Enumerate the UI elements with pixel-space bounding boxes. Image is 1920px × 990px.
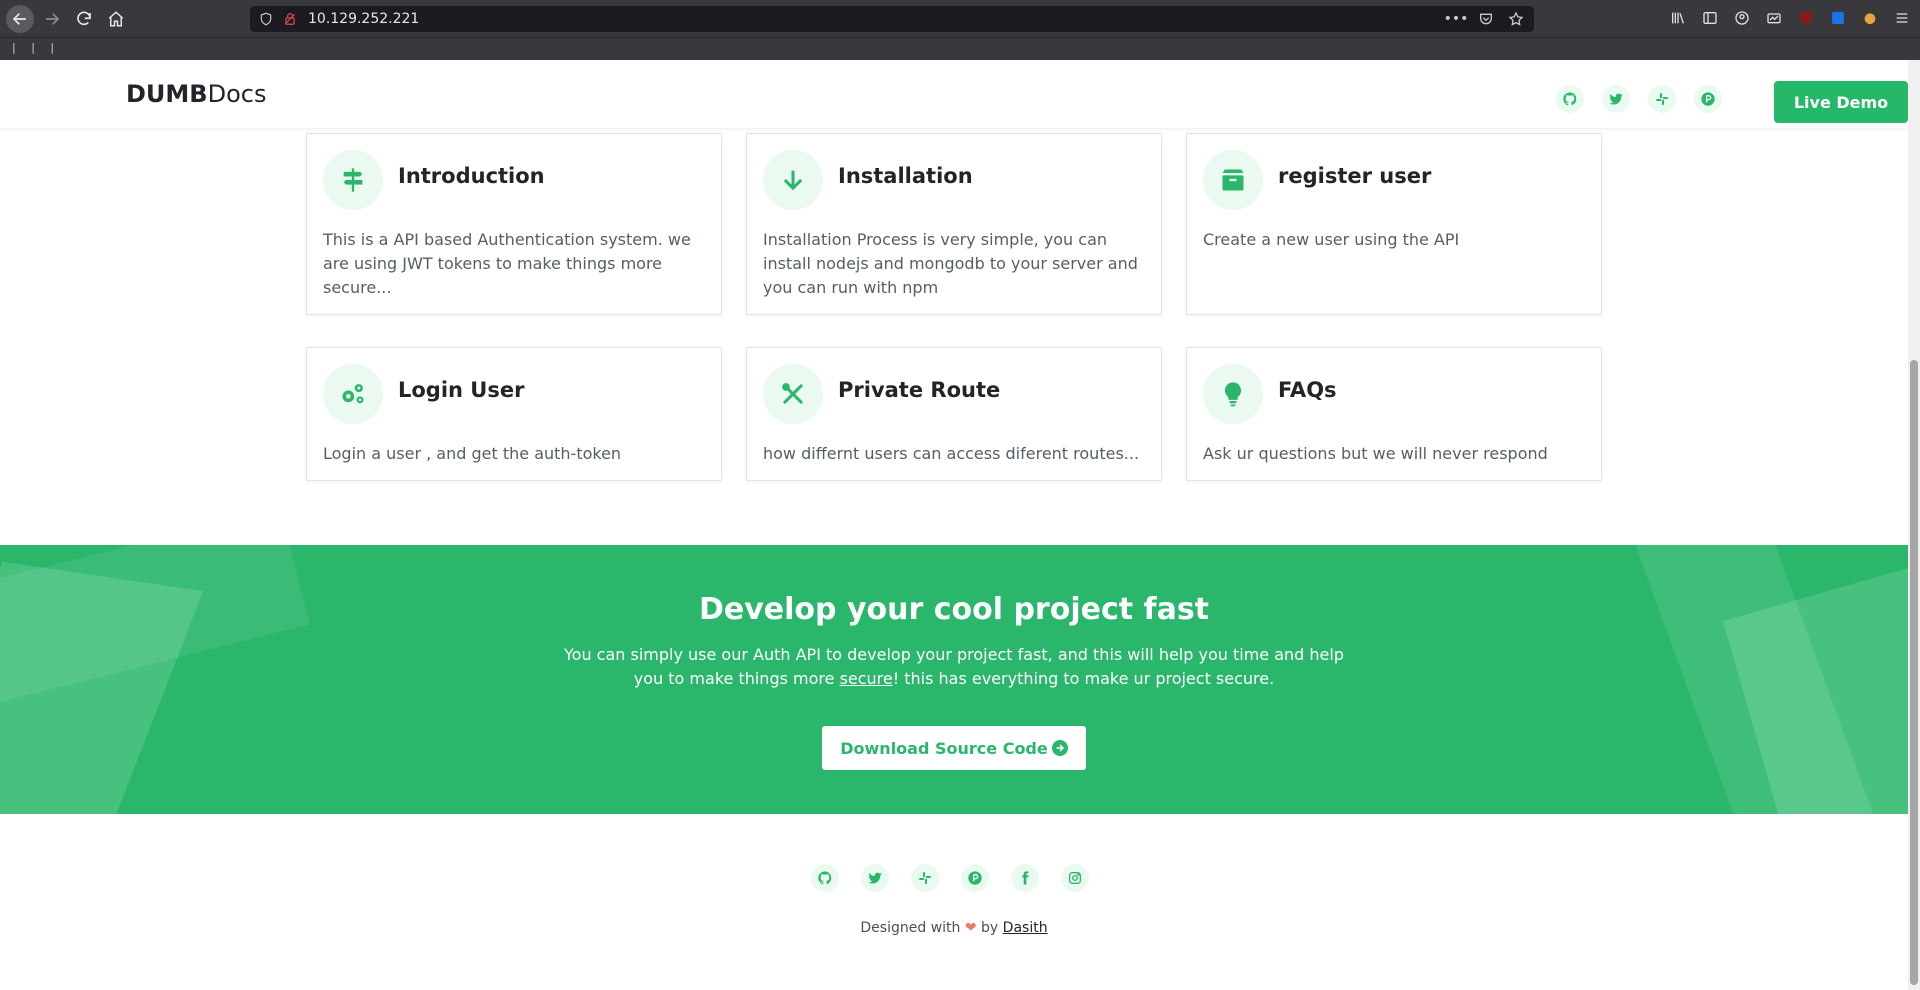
scrollbar[interactable]: [1908, 60, 1920, 990]
card-text: how differnt users can access diferent r…: [763, 444, 1140, 463]
author-link[interactable]: Dasith: [1003, 920, 1048, 936]
arrow-circle-right-icon: [1051, 740, 1068, 756]
url-text[interactable]: 10.129.252.221: [308, 11, 419, 27]
slack-icon[interactable]: [1648, 85, 1676, 113]
cta-title: Develop your cool project fast: [698, 592, 1210, 627]
insecure-lock-icon[interactable]: [282, 11, 298, 27]
product-hunt-icon[interactable]: [961, 864, 989, 892]
twitter-icon[interactable]: [861, 864, 889, 892]
cta-section: Develop your cool project fast You can s…: [0, 545, 1908, 814]
card-text: Installation Process is very simple, you…: [763, 230, 1138, 297]
extension-s-icon[interactable]: [1826, 6, 1850, 30]
header-socials: [1556, 85, 1722, 113]
download-source-button[interactable]: Download Source Code: [822, 726, 1086, 770]
card-title: Installation: [838, 164, 973, 188]
live-demo-button[interactable]: Live Demo: [1774, 81, 1908, 123]
forward-button[interactable]: [38, 5, 66, 33]
card-text: Create a new user using the API: [1203, 230, 1460, 249]
product-hunt-icon[interactable]: [1694, 85, 1722, 113]
designed-with-text: Designed with: [860, 920, 961, 936]
card-text: This is a API based Authentication syste…: [323, 230, 691, 297]
burp-extension-icon[interactable]: [1858, 6, 1882, 30]
card-text: Ask ur questions but we will never respo…: [1203, 444, 1548, 463]
card-text: Login a user , and get the auth-token: [323, 444, 622, 463]
github-icon[interactable]: [1556, 85, 1584, 113]
footer-credit: Designed with ❤ by Dasith: [0, 920, 1908, 936]
bookmarks-marker: | | |: [12, 41, 61, 54]
card-login-user[interactable]: Login User Login a user , and get the au…: [306, 347, 722, 481]
url-bar[interactable]: 10.129.252.221 •••: [250, 6, 1534, 32]
sidebar-icon[interactable]: [1698, 6, 1722, 30]
cta-text: You can simply use our Auth API to devel…: [550, 643, 1358, 691]
ublock-icon[interactable]: [1794, 6, 1818, 30]
heart-icon: ❤: [964, 920, 977, 936]
screenshot-icon[interactable]: [1762, 6, 1786, 30]
by-text: by: [981, 920, 999, 936]
box-icon: [1203, 150, 1263, 210]
arrow-down-icon: [763, 150, 823, 210]
bookmarks-toolbar: | | |: [0, 37, 1920, 60]
back-button[interactable]: [6, 5, 34, 33]
signpost-icon: [323, 150, 383, 210]
menu-icon[interactable]: [1890, 6, 1914, 30]
site-header: DUMBDocs Live Demo: [0, 60, 1908, 128]
page-actions-icon[interactable]: •••: [1444, 9, 1469, 29]
github-icon[interactable]: [811, 864, 839, 892]
card-introduction[interactable]: Introduction This is a API based Authent…: [306, 133, 722, 315]
shield-icon[interactable]: [258, 11, 274, 27]
cta-secure-link[interactable]: secure: [840, 669, 893, 688]
account-icon[interactable]: [1730, 6, 1754, 30]
card-title: register user: [1278, 164, 1432, 188]
card-title: Private Route: [838, 378, 1001, 402]
facebook-icon[interactable]: [1011, 864, 1039, 892]
cogs-icon: [323, 364, 383, 424]
tools-icon: [763, 364, 823, 424]
bookmark-star-icon[interactable]: [1506, 9, 1526, 29]
slack-icon[interactable]: [911, 864, 939, 892]
pocket-icon[interactable]: [1476, 9, 1496, 29]
library-icon[interactable]: [1666, 6, 1690, 30]
card-title: Login User: [398, 378, 525, 402]
page-viewport: DUMBDocs Live Demo Introduction This is …: [0, 60, 1908, 990]
scrollbar-thumb[interactable]: [1910, 360, 1918, 985]
footer-socials: [811, 864, 1089, 892]
lightbulb-icon: [1203, 364, 1263, 424]
download-source-label: Download Source Code: [840, 738, 1048, 758]
home-button[interactable]: [102, 5, 130, 33]
card-title: Introduction: [398, 164, 545, 188]
cta-text-after: ! this has everything to make ur project…: [892, 669, 1275, 688]
twitter-icon[interactable]: [1602, 85, 1630, 113]
instagram-icon[interactable]: [1061, 864, 1089, 892]
card-faqs[interactable]: FAQs Ask ur questions but we will never …: [1186, 347, 1602, 481]
reload-button[interactable]: [70, 5, 98, 33]
card-private-route[interactable]: Private Route how differnt users can acc…: [746, 347, 1162, 481]
browser-toolbar: 10.129.252.221 •••: [0, 0, 1920, 37]
card-title: FAQs: [1278, 378, 1337, 402]
card-register-user[interactable]: register user Create a new user using th…: [1186, 133, 1602, 315]
card-installation[interactable]: Installation Installation Process is ver…: [746, 133, 1162, 315]
logo-bold: DUMB: [126, 80, 208, 108]
logo-light: Docs: [207, 80, 267, 108]
site-logo[interactable]: DUMBDocs: [126, 80, 266, 108]
